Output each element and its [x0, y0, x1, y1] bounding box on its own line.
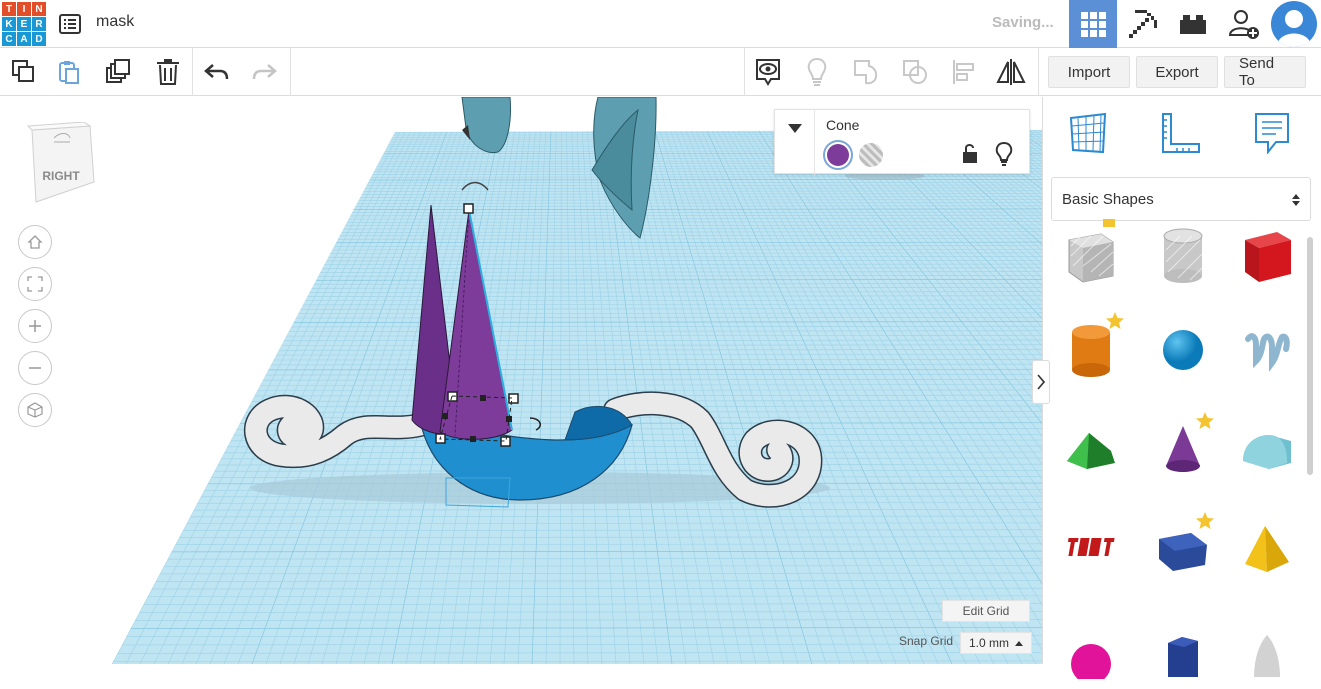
chevron-right-icon [1037, 374, 1045, 390]
light-bulb-icon[interactable] [995, 141, 1013, 166]
logo-letter: N [32, 2, 46, 16]
view-cube[interactable]: RIGHT [24, 121, 98, 206]
delete-icon[interactable] [150, 54, 186, 90]
shape-hexagonal-prism[interactable] [1153, 619, 1213, 689]
workplane-scene [112, 97, 1042, 664]
shape-sphere[interactable] [1153, 315, 1213, 385]
hide-icon[interactable] [799, 54, 835, 90]
solid-color-swatch[interactable] [823, 140, 853, 170]
lock-icon[interactable] [961, 143, 979, 165]
pickaxe-icon[interactable] [1119, 0, 1167, 48]
edit-grid-button[interactable]: Edit Grid [942, 600, 1030, 622]
shape-cone[interactable] [1153, 412, 1214, 485]
logo-letter: R [32, 17, 46, 31]
undo-icon[interactable] [199, 54, 235, 90]
import-button[interactable]: Import [1048, 56, 1130, 88]
star-icon [1196, 512, 1214, 529]
shape-box[interactable] [1237, 221, 1297, 291]
show-all-icon[interactable] [750, 54, 786, 90]
home-view-icon[interactable] [18, 225, 52, 259]
avatar[interactable] [1271, 1, 1317, 47]
snap-grid-label: Snap Grid [899, 634, 954, 648]
send-to-button[interactable]: Send To [1224, 55, 1306, 89]
star-icon [1196, 412, 1214, 429]
logo-letter: I [17, 2, 31, 16]
redo-icon[interactable] [246, 54, 282, 90]
fit-view-icon[interactable] [18, 267, 52, 301]
ungroup-icon[interactable] [897, 54, 933, 90]
hole-swatch[interactable] [859, 143, 883, 167]
logo-letter: E [17, 17, 31, 31]
shape-library-select[interactable]: Basic Shapes [1051, 177, 1311, 221]
shape-scribble[interactable] [1237, 315, 1297, 385]
top-header: T I N K E R C A D mask Saving... [0, 0, 1321, 48]
perspective-icon[interactable] [18, 393, 52, 427]
snap-grid-value: 1.0 mm [969, 636, 1010, 650]
shape-library-label: Basic Shapes [1062, 190, 1154, 208]
shape-polygon[interactable] [1153, 512, 1214, 585]
logo-letter: T [2, 2, 16, 16]
shape-cylinder[interactable] [1061, 312, 1124, 385]
export-button[interactable]: Export [1136, 56, 1218, 88]
collapse-inspector-button[interactable] [775, 110, 815, 175]
notes-icon[interactable] [1250, 111, 1294, 155]
shapes-scrollbar[interactable] [1307, 237, 1313, 475]
ruler-icon[interactable] [1158, 111, 1202, 155]
shape-paraboloid[interactable] [1237, 619, 1297, 689]
shape-roof[interactable] [1061, 415, 1121, 485]
zoom-out-icon[interactable] [18, 351, 52, 385]
logo-letter: D [32, 32, 46, 46]
shape-name: Cone [826, 117, 860, 133]
edit-toolbar: Import Export Send To [0, 48, 1321, 96]
tinkercad-logo[interactable]: T I N K E R C A D [2, 2, 46, 46]
shape-half-cylinder[interactable] [1237, 415, 1297, 485]
shape-magenta-sphere[interactable] [1061, 619, 1121, 689]
save-status: Saving... [992, 14, 1054, 31]
panel-toggle-button[interactable] [1032, 360, 1050, 404]
workplane-viewport[interactable] [0, 97, 1042, 664]
mirror-icon[interactable] [993, 54, 1029, 90]
view-cube-label: RIGHT [42, 169, 80, 183]
design-title[interactable]: mask [96, 13, 134, 31]
shape-cylinder-hole[interactable] [1153, 221, 1213, 291]
design-list-icon[interactable] [58, 12, 82, 36]
add-user-icon[interactable] [1220, 0, 1268, 48]
snap-grid-select[interactable]: 1.0 mm [960, 632, 1032, 654]
group-icon[interactable] [848, 54, 884, 90]
logo-letter: C [2, 32, 16, 46]
shape-box-hole[interactable] [1061, 219, 1121, 291]
3d-view-button[interactable] [1069, 0, 1117, 48]
copy-icon[interactable] [6, 54, 42, 90]
paste-icon[interactable] [52, 54, 88, 90]
zoom-in-icon[interactable] [18, 309, 52, 343]
select-arrows-icon [1292, 194, 1300, 206]
shape-inspector: Cone [774, 109, 1030, 175]
duplicate-icon[interactable] [101, 54, 137, 90]
shape-pyramid[interactable] [1237, 515, 1297, 585]
logo-letter: K [2, 17, 16, 31]
logo-letter: A [17, 32, 31, 46]
star-icon [1106, 312, 1124, 329]
shape-text[interactable] [1061, 515, 1121, 585]
grid-apps-icon [1081, 12, 1106, 37]
chevron-up-icon [1015, 641, 1024, 646]
workplane-icon[interactable] [1066, 111, 1110, 155]
align-icon[interactable] [946, 54, 982, 90]
brick-icon[interactable] [1169, 0, 1217, 48]
chevron-down-icon [787, 124, 802, 133]
shapes-panel: Basic Shapes [1042, 97, 1321, 679]
